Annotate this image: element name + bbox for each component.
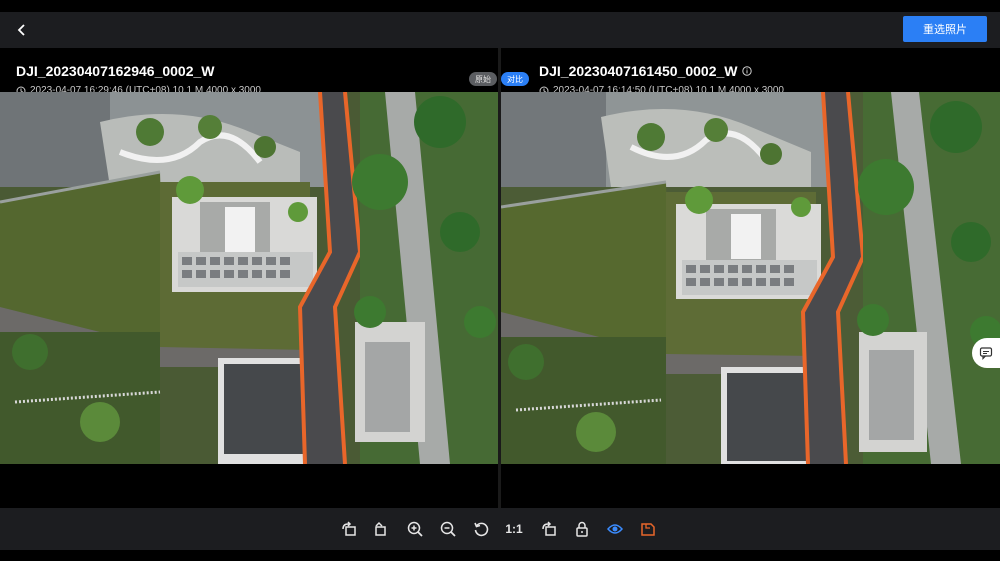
fit-button[interactable] [538,518,560,540]
top-bar: 重选照片 [0,12,1000,48]
zoom-in-icon [407,521,423,537]
right-title-row: DJI_20230407161450_0002_W [539,63,752,79]
bottom-toolbar: 1:1 [0,508,1000,550]
chevron-left-icon [17,24,25,36]
left-badge: 原始 [469,72,497,86]
rotate-right-icon [375,521,386,536]
zoom-out-button[interactable] [437,518,459,540]
eye-icon [607,524,623,534]
zoom-out-icon [440,521,456,537]
chat-icon [979,347,993,360]
lock-icon [576,521,588,537]
right-filename: DJI_20230407161450_0002_W [539,63,738,79]
reset-button[interactable] [470,518,492,540]
rotate-left-icon [342,521,356,536]
fit-icon [542,521,556,536]
left-filename: DJI_20230407162946_0002_W [16,63,215,79]
view-toggle-button[interactable] [604,518,626,540]
zoom-in-button[interactable] [404,518,426,540]
reset-icon [474,522,489,537]
rotate-left-button[interactable] [338,518,360,540]
chat-button[interactable] [972,338,1000,368]
lock-button[interactable] [571,518,593,540]
right-badge: 对比 [501,72,529,86]
left-photo-pane: DJI_20230407162946_0002_W 2023-04-07 16:… [0,48,498,508]
draw-button[interactable] [637,518,659,540]
left-aerial-photo[interactable] [0,92,498,464]
actual-size-button[interactable]: 1:1 [503,518,525,540]
right-aerial-photo[interactable] [501,92,1000,464]
info-icon[interactable] [741,66,752,76]
reselect-photo-button[interactable]: 重选照片 [903,16,987,42]
right-photo-pane: 对比 DJI_20230407161450_0002_W 2023-04-07 … [501,48,1000,508]
draw-icon [641,523,655,536]
rotate-right-button[interactable] [371,518,393,540]
back-button[interactable] [12,20,32,40]
